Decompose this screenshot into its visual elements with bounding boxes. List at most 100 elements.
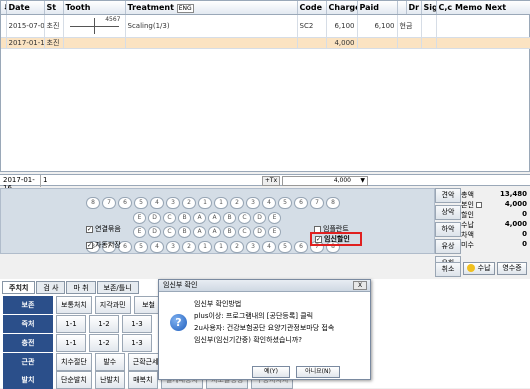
lower-tooth[interactable]: 4 [150,241,164,253]
upper-tooth[interactable]: 6 [118,197,132,209]
lower-primary-tooth[interactable]: E [133,226,146,238]
upper-primary-tooth[interactable]: C [163,212,176,224]
procedure-button[interactable]: 매복치 [127,371,158,389]
lower-primary-tooth[interactable]: B [178,226,191,238]
header-dr[interactable]: Dr [406,1,422,15]
lower-primary-tooth[interactable]: C [238,226,251,238]
lower-primary-tooth[interactable]: C [163,226,176,238]
lower-tooth[interactable]: 2 [182,241,196,253]
side-button[interactable]: 유상 [435,239,461,254]
procedure-button[interactable]: 난발치 [94,371,125,389]
table-row[interactable]: 2017-01-16 초진 4,000 [1,37,530,49]
side-button[interactable]: 하악 [435,222,461,237]
yes-button[interactable]: 예(Y) [252,366,290,378]
chevron-down-icon[interactable]: ▼ [360,177,365,185]
header-memo[interactable]: C,c Memo Next [436,1,530,15]
lower-primary-tooth[interactable]: A [193,226,206,238]
upper-tooth[interactable]: 1 [214,197,228,209]
procedure-button[interactable]: 1-2 [89,334,119,352]
upper-tooth[interactable]: 3 [166,197,180,209]
upper-tooth[interactable]: 7 [310,197,324,209]
upper-tooth[interactable]: 4 [150,197,164,209]
entry-row: 2017-01-16 1 +Tx 4,000 ▼ [0,174,530,192]
procedure-button[interactable]: 보통처치 [56,296,92,314]
header-charge[interactable]: Charge [326,1,358,15]
tab-main[interactable]: 주치치 [2,281,36,294]
amount-select[interactable]: 4,000 ▼ [282,176,368,186]
header-paid[interactable]: Paid [357,1,398,15]
upper-primary-tooth[interactable]: D [253,212,266,224]
lower-tooth[interactable]: 3 [246,241,260,253]
procedure-button[interactable]: 1-3 [122,315,152,333]
procedure-button[interactable]: 치수절단 [56,353,92,371]
header-date[interactable]: Date [6,1,45,15]
upper-tooth[interactable]: 5 [278,197,292,209]
upper-tooth[interactable]: 2 [182,197,196,209]
procedure-button[interactable]: 지각과민 [94,296,131,314]
procedure-button[interactable]: 1-3 [122,334,152,352]
tab-exam[interactable]: 검 사 [36,281,66,294]
category-label: 즉처 [3,315,53,333]
continuous-checkbox[interactable]: ✓ 연결묶음 [86,224,121,234]
upper-primary-tooth[interactable]: E [268,212,281,224]
upper-tooth[interactable]: 5 [134,197,148,209]
add-tx-button[interactable]: +Tx [262,176,280,186]
procedure-button[interactable]: 1-1 [56,315,86,333]
lower-tooth[interactable]: 6 [294,241,308,253]
header-tooth[interactable]: Tooth [63,1,126,15]
pay-button[interactable]: 수납 [463,262,495,275]
no-button[interactable]: 아니요(N) [296,366,340,378]
upper-tooth[interactable]: 1 [198,197,212,209]
upper-tooth[interactable]: 6 [294,197,308,209]
header-sign[interactable]: Sign [421,1,437,15]
upper-primary-tooth[interactable]: B [223,212,236,224]
upper-tooth[interactable]: 8 [326,197,340,209]
procedure-button[interactable]: 발수 [94,353,125,371]
upper-primary-tooth[interactable]: C [238,212,251,224]
upper-tooth[interactable]: 7 [102,197,116,209]
pregnancy-discount-checkbox[interactable]: ✓ 임신할인 [310,232,362,246]
procedure-button[interactable]: 단순발치 [56,371,92,389]
lower-primary-tooth[interactable]: D [253,226,266,238]
cancel-button[interactable]: 취소 [435,262,461,277]
upper-primary-tooth[interactable]: B [178,212,191,224]
self-pay-checkbox[interactable] [475,202,482,208]
table-row[interactable]: 2015-07-06 초진 4567 Scaling(1/3) SC2 6,10… [1,14,530,38]
upper-tooth[interactable]: 8 [86,197,100,209]
upper-tooth[interactable]: 3 [246,197,260,209]
category-row: 즉처 1-1 1-2 1-3 [3,315,152,333]
lower-primary-tooth[interactable]: E [268,226,281,238]
eng-toggle-button[interactable]: ENG [176,3,194,13]
dialog-titlebar[interactable]: 임신부 확인 X [159,280,370,292]
procedure-button[interactable]: 1-2 [89,315,119,333]
lower-primary-tooth[interactable]: B [223,226,236,238]
receipt-button[interactable]: 영수증 [497,262,527,275]
upper-tooth[interactable]: 2 [230,197,244,209]
tab-anesthesia[interactable]: 마 취 [66,281,96,294]
lower-tooth[interactable]: 4 [262,241,276,253]
procedure-button[interactable]: 1-1 [56,334,86,352]
side-button[interactable]: 견악 [435,188,461,203]
upper-tooth[interactable]: 4 [262,197,276,209]
lower-tooth[interactable]: 5 [134,241,148,253]
lower-tooth[interactable]: 5 [278,241,292,253]
entry-count-field[interactable]: 1 [43,176,47,184]
lower-tooth[interactable]: 2 [230,241,244,253]
lower-tooth[interactable]: 1 [198,241,212,253]
header-st[interactable]: St [44,1,64,15]
upper-primary-tooth[interactable]: D [148,212,161,224]
header-treatment[interactable]: Treatment ENG [125,1,298,15]
entry-date-field[interactable]: 2017-01-16 [3,176,37,192]
lower-tooth[interactable]: 3 [166,241,180,253]
upper-primary-tooth[interactable]: A [193,212,206,224]
upper-primary-tooth[interactable]: A [208,212,221,224]
close-icon[interactable]: X [353,281,367,290]
lower-primary-tooth[interactable]: D [148,226,161,238]
lower-primary-tooth[interactable]: A [208,226,221,238]
autosave-checkbox[interactable]: ✓ 자동저장 [86,240,121,250]
side-button[interactable]: 상악 [435,205,461,220]
tab-prosthesis[interactable]: 보존/틀니 [96,281,139,294]
header-code[interactable]: Code [297,1,327,15]
upper-primary-tooth[interactable]: E [133,212,146,224]
lower-tooth[interactable]: 1 [214,241,228,253]
